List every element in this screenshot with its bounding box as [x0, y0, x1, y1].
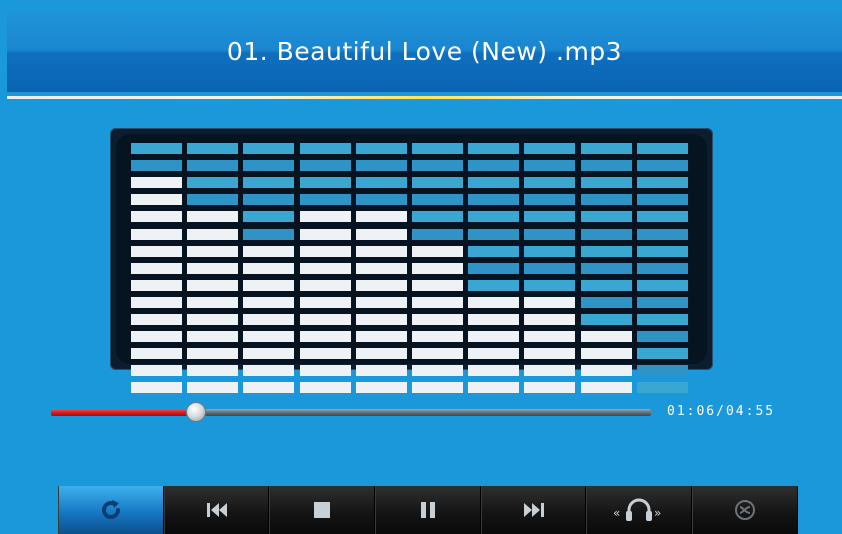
equalizer-segment — [524, 382, 576, 394]
seek-progress — [51, 409, 186, 416]
playback-controls: « » — [58, 486, 798, 534]
equalizer-segment — [580, 382, 632, 394]
title-bar: 01. Beautiful Love (New) .mp3 — [7, 11, 842, 92]
previous-icon — [206, 501, 228, 519]
pause-icon — [420, 501, 436, 519]
pause-button[interactable] — [375, 486, 481, 534]
repeat-icon — [98, 497, 124, 523]
audio-output-button[interactable]: « » — [586, 486, 693, 534]
equalizer-segment — [636, 382, 688, 394]
svg-text:«: « — [613, 506, 620, 520]
next-icon — [523, 501, 545, 519]
equalizer-segment — [187, 382, 239, 394]
equalizer-segment — [131, 382, 182, 394]
previous-button[interactable] — [163, 486, 270, 534]
equalizer-segment — [355, 382, 407, 394]
equalizer-segment — [468, 382, 520, 394]
seek-handle[interactable] — [186, 402, 206, 422]
shuffle-button[interactable] — [692, 486, 798, 534]
svg-text:»: » — [654, 506, 661, 520]
equalizer-segment — [412, 382, 463, 394]
stop-icon — [313, 501, 331, 519]
headphones-icon: « » — [611, 495, 667, 525]
stop-button[interactable] — [269, 486, 376, 534]
repeat-button[interactable] — [58, 486, 164, 534]
time-display: 01:06/04:55 — [667, 404, 776, 419]
shuffle-icon — [733, 498, 757, 522]
title-divider — [7, 96, 842, 99]
equalizer-segment — [299, 382, 351, 394]
track-title: 01. Beautiful Love (New) .mp3 — [226, 37, 623, 66]
next-button[interactable] — [480, 486, 587, 534]
equalizer-segment — [243, 382, 295, 394]
seek-bar[interactable] — [51, 402, 651, 422]
equalizer-screen — [116, 134, 707, 364]
